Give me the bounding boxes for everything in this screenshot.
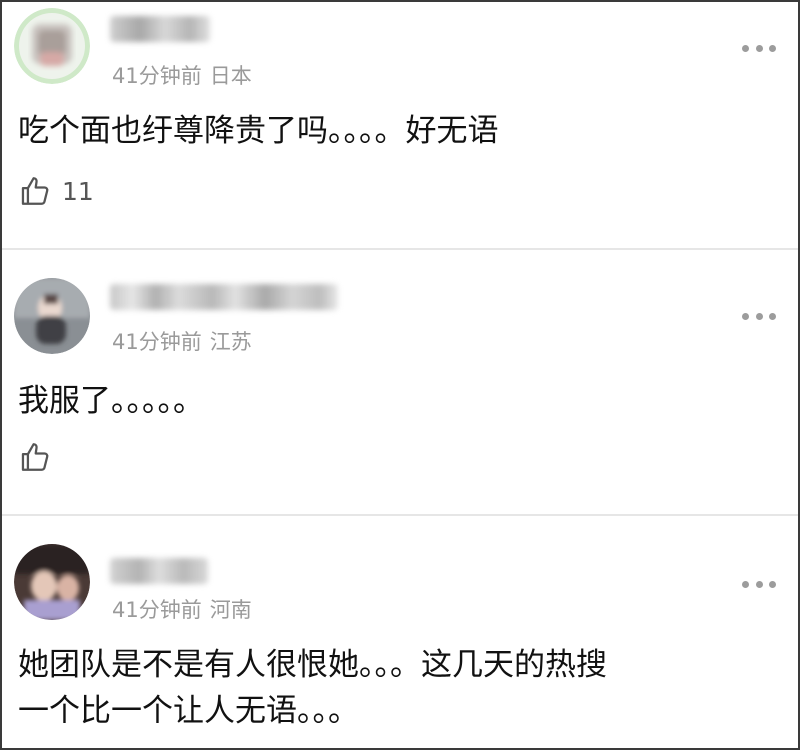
- divider: [2, 248, 798, 250]
- comment-text: 她团队是不是有人很恨她。。。这几天的热搜 一个比一个让人无语。。。: [18, 642, 788, 734]
- username-redacted[interactable]: [110, 16, 210, 42]
- comment-location: 江苏: [209, 330, 252, 354]
- more-dots-icon[interactable]: [742, 44, 776, 52]
- comment-location: 日本: [209, 64, 252, 88]
- comment-text-line: 她团队是不是有人很恨她。。。这几天的热搜: [18, 647, 607, 683]
- avatar-image: [14, 8, 90, 84]
- like-button[interactable]: 11: [18, 174, 94, 208]
- comment-text-line: 吃个面也纡尊降贵了吗。。。。好无语: [18, 113, 499, 149]
- comment-time: 41分钟前: [112, 330, 202, 354]
- comment-text: 我服了。。。。。: [18, 378, 788, 424]
- avatar-image: [14, 278, 90, 354]
- avatar[interactable]: [14, 278, 90, 354]
- comment-item: 41分钟前 日本 吃个面也纡尊降贵了吗。。。。好无语 11: [2, 2, 798, 248]
- comment-time: 41分钟前: [112, 64, 202, 88]
- comment-text-line: 我服了。。。。。: [18, 383, 204, 419]
- comment-meta: 41分钟前 河南: [112, 594, 252, 624]
- like-button[interactable]: [18, 440, 62, 474]
- comment-text: 吃个面也纡尊降贵了吗。。。。好无语: [18, 108, 788, 154]
- comment-text-line: 一个比一个让人无语。。。: [18, 693, 359, 729]
- comment-meta: 41分钟前 日本: [112, 60, 252, 90]
- username-redacted[interactable]: [110, 558, 208, 584]
- username-redacted[interactable]: [110, 284, 338, 310]
- comment-meta: 41分钟前 江苏: [112, 326, 252, 356]
- avatar-image: [14, 544, 90, 620]
- comment-time: 41分钟前: [112, 598, 202, 622]
- more-dots-icon[interactable]: [742, 580, 776, 588]
- more-dots-icon[interactable]: [742, 312, 776, 320]
- comment-item: 41分钟前 江苏 我服了。。。。。: [2, 268, 798, 514]
- avatar[interactable]: [14, 544, 90, 620]
- comment-item: 41分钟前 河南 她团队是不是有人很恨她。。。这几天的热搜 一个比一个让人无语。。…: [2, 536, 798, 748]
- comment-list: 41分钟前 日本 吃个面也纡尊降贵了吗。。。。好无语 11 41分钟前 江苏 我…: [0, 0, 800, 750]
- thumbs-up-icon: [21, 443, 49, 471]
- thumbs-up-icon: [21, 177, 49, 205]
- like-count: 11: [62, 176, 94, 206]
- comment-location: 河南: [209, 598, 252, 622]
- avatar[interactable]: [14, 8, 90, 84]
- divider: [2, 514, 798, 516]
